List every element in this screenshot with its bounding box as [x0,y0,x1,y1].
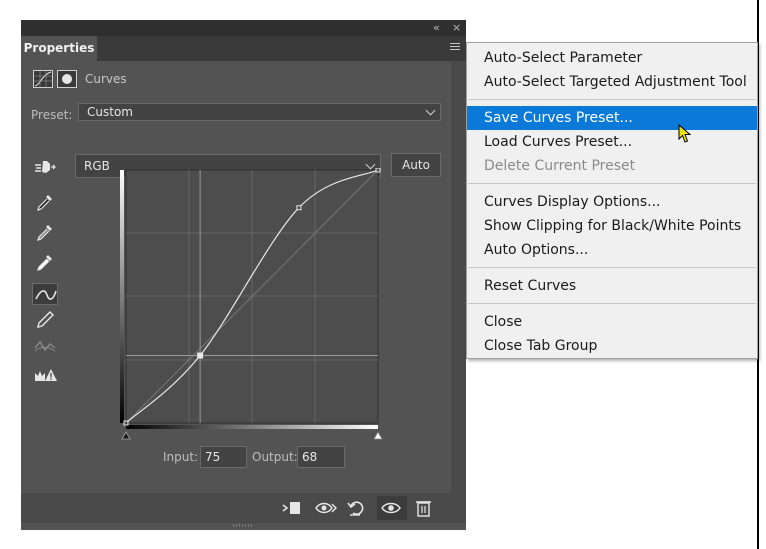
input-label: Input: [163,450,199,464]
panel-footer [21,493,466,523]
chevron-down-icon [425,105,436,116]
menu-item-auto-select-targeted-adjustment-tool[interactable]: Auto-Select Targeted Adjustment Tool [467,70,757,94]
menu-item-load-curves-preset[interactable]: Load Curves Preset... [467,130,757,154]
preset-select[interactable]: Custom [78,103,441,121]
toggle-visibility-icon[interactable] [377,496,407,520]
preset-label: Preset: [31,108,73,122]
curve-control-point[interactable] [296,205,302,211]
curves-adjustment-icon[interactable] [33,70,53,88]
output-gradient-bar [120,170,124,423]
menu-item-save-curves-preset[interactable]: Save Curves Preset... [467,106,757,130]
menu-item-close[interactable]: Close [467,310,757,334]
pencil-icon[interactable] [32,309,58,331]
curve-point-tool-icon[interactable] [32,283,58,305]
menu-item-close-tab-group[interactable]: Close Tab Group [467,334,757,358]
black-point-eyedropper-icon[interactable] [32,192,58,214]
panel-content: Curves Preset: Custom RGB Auto Input: 75… [21,61,451,491]
tab-bar: Properties [21,36,466,61]
curves-graph[interactable] [120,168,385,443]
view-previous-state-icon[interactable] [312,496,338,520]
preset-value: Custom [87,105,133,119]
curve-control-point[interactable] [123,420,129,426]
menu-separator [468,99,756,100]
white-point-eyedropper-icon[interactable] [32,252,58,274]
menu-separator [468,183,756,184]
delete-adjustment-icon[interactable] [411,496,437,520]
tab-properties[interactable]: Properties [21,36,97,61]
close-panel-icon[interactable]: × [452,21,461,35]
panel-title-strip: « × [21,20,466,36]
menu-separator [468,303,756,304]
menu-item-curves-display-options[interactable]: Curves Display Options... [467,190,757,214]
input-field[interactable]: 75 [200,446,247,468]
menu-item-auto-select-parameter[interactable]: Auto-Select Parameter [467,46,757,70]
input-gradient-bar [126,425,378,429]
adjustment-title: Curves [85,72,127,86]
menu-item-show-clipping-for-black-white-points[interactable]: Show Clipping for Black/White Points [467,214,757,238]
curve-control-point[interactable] [375,168,381,173]
gray-point-eyedropper-icon[interactable] [32,222,58,244]
white-point-slider[interactable] [373,431,383,440]
collapse-panel-icon[interactable]: « [433,21,440,35]
output-field[interactable]: 68 [297,446,345,468]
menu-item-auto-options[interactable]: Auto Options... [467,238,757,262]
black-point-slider[interactable] [121,431,131,440]
clip-to-layer-icon[interactable] [278,496,304,520]
output-label: Output: [252,450,298,464]
smooth-curve-icon [32,335,58,357]
channel-value: RGB [84,159,110,173]
properties-panel: « × Properties Curves Preset: Custom RGB [21,20,466,530]
on-image-adjust-icon[interactable] [32,156,58,178]
panel-menu-icon[interactable] [450,43,460,52]
reset-adjustment-icon[interactable] [343,496,369,520]
menu-item-delete-current-preset: Delete Current Preset [484,158,636,174]
mouse-cursor-icon [678,124,692,143]
panel-resize-grip[interactable] [233,524,253,527]
auto-button[interactable]: Auto [391,153,441,177]
panel-scrollbar[interactable] [451,61,466,493]
menu-item-reset-curves[interactable]: Reset Curves [467,274,757,298]
curve-control-point[interactable] [197,352,204,359]
panel-context-menu: Auto-Select Parameter Auto-Select Targete… [466,42,758,359]
menu-separator [468,267,756,268]
layer-mask-icon[interactable] [57,70,77,88]
clipping-warning-icon[interactable] [32,364,58,386]
